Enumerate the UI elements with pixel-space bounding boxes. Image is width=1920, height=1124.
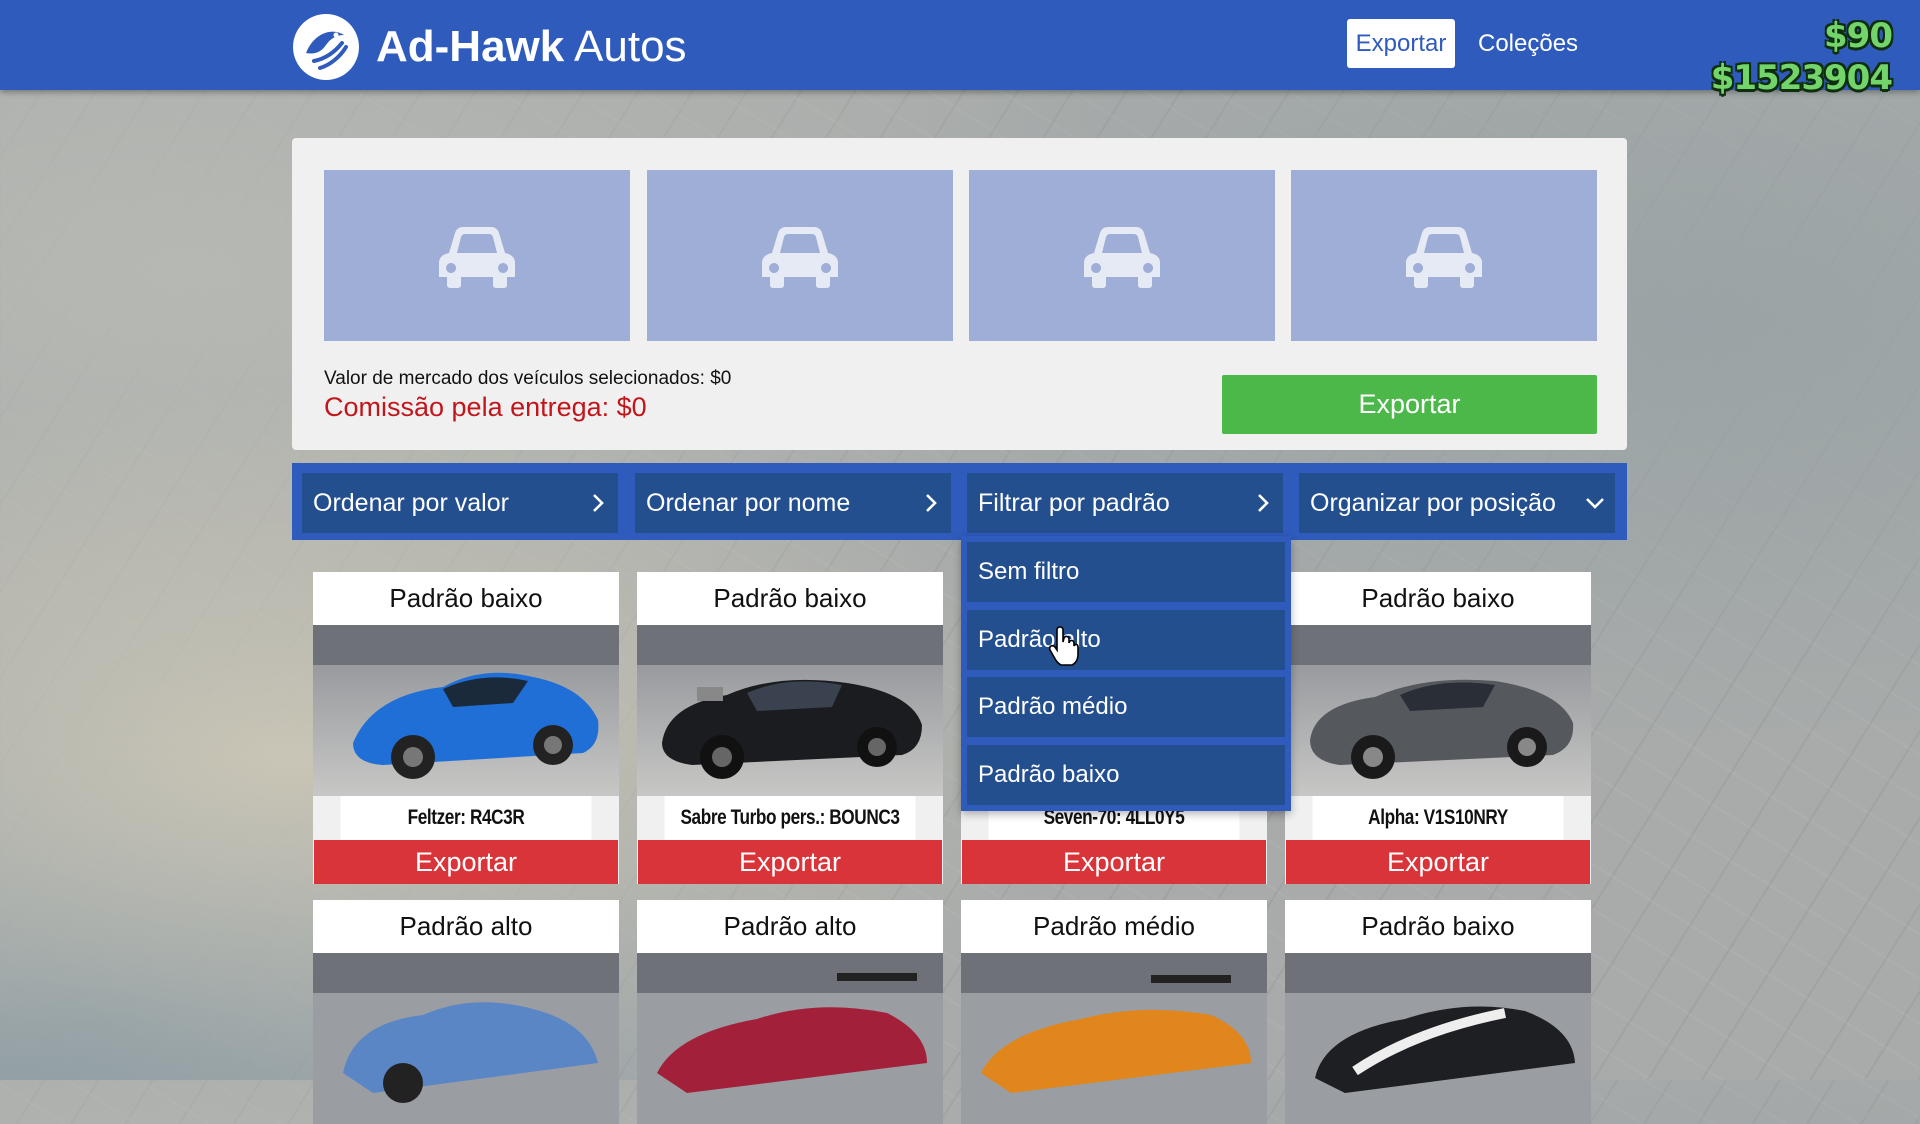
sort-by-value-label: Ordenar por valor bbox=[313, 488, 509, 517]
bank-amount: $1523904 bbox=[1710, 58, 1893, 98]
organize-by-position-button[interactable]: Organizar por posição bbox=[1299, 473, 1615, 533]
vehicle-card[interactable]: Padrão baixo Alpha: V1S10NRY Exportar bbox=[1285, 572, 1591, 884]
hand-cursor-icon bbox=[1048, 626, 1079, 666]
organize-by-position-label: Organizar por posição bbox=[1310, 488, 1556, 517]
vehicle-card[interactable]: Padrão baixo Sabre Turbo pers.: BOUNC3 E… bbox=[637, 572, 943, 884]
chevron-right-icon bbox=[1243, 483, 1283, 523]
vehicle-slot-1[interactable] bbox=[324, 170, 630, 341]
filter-by-grade-button[interactable]: Filtrar por padrão bbox=[967, 473, 1283, 533]
vehicle-slot-2[interactable] bbox=[647, 170, 953, 341]
vehicle-export-button[interactable]: Exportar bbox=[962, 840, 1266, 884]
filter-bar: Ordenar por valor Ordenar por nome Filtr… bbox=[292, 463, 1627, 540]
vehicle-grade: Padrão baixo bbox=[637, 572, 943, 625]
brand-name: Ad-Hawk Autos bbox=[376, 25, 687, 69]
nav-collections-tab[interactable]: Coleções bbox=[1478, 19, 1578, 68]
vehicle-name: Sabre Turbo pers.: BOUNC3 bbox=[664, 796, 916, 840]
vehicle-name: Alpha: V1S10NRY bbox=[1312, 796, 1564, 840]
vehicle-grade: Padrão baixo bbox=[313, 572, 619, 625]
brand-name-light: Autos bbox=[574, 22, 687, 71]
export-selected-button[interactable]: Exportar bbox=[1222, 375, 1597, 434]
chevron-right-icon bbox=[911, 483, 951, 523]
vehicle-image bbox=[1285, 625, 1591, 796]
market-value-text: Valor de mercado dos veículos selecionad… bbox=[324, 368, 732, 389]
vehicle-grade: Padrão alto bbox=[313, 900, 619, 953]
hawk-logo-icon bbox=[293, 14, 359, 80]
vehicle-image bbox=[313, 953, 619, 1124]
chevron-right-icon bbox=[578, 483, 618, 523]
vehicle-card[interactable]: Padrão alto bbox=[637, 900, 943, 1124]
car-icon bbox=[1406, 226, 1482, 288]
cash-amount: $90 bbox=[1824, 16, 1893, 56]
commission-text: Comissão pela entrega: $0 bbox=[324, 392, 647, 422]
vehicle-card[interactable]: Padrão baixo Feltzer: R4C3R Exportar bbox=[313, 572, 619, 884]
dropdown-option-high-grade[interactable]: Padrão alto bbox=[967, 610, 1285, 670]
sort-by-value-button[interactable]: Ordenar por valor bbox=[302, 473, 618, 533]
vehicle-image bbox=[313, 625, 619, 796]
selected-vehicles-panel: Valor de mercado dos veículos selecionad… bbox=[292, 138, 1627, 450]
chevron-down-icon bbox=[1575, 483, 1615, 523]
car-icon bbox=[762, 226, 838, 288]
sort-by-name-label: Ordenar por nome bbox=[646, 488, 851, 517]
sort-by-name-button[interactable]: Ordenar por nome bbox=[635, 473, 951, 533]
vehicle-slot-3[interactable] bbox=[969, 170, 1275, 341]
grade-filter-dropdown: Sem filtro Padrão alto Padrão médio Padr… bbox=[961, 536, 1291, 811]
vehicle-card[interactable]: Padrão alto bbox=[313, 900, 619, 1124]
vehicle-grade: Padrão alto bbox=[637, 900, 943, 953]
vehicle-image bbox=[1285, 953, 1591, 1124]
vehicle-name: Feltzer: R4C3R bbox=[340, 796, 592, 840]
top-bar: Ad-Hawk Autos Exportar Coleções bbox=[0, 0, 1920, 90]
vehicle-export-button[interactable]: Exportar bbox=[314, 840, 618, 884]
dropdown-option-medium-grade[interactable]: Padrão médio bbox=[967, 677, 1285, 737]
vehicle-export-button[interactable]: Exportar bbox=[638, 840, 942, 884]
vehicle-card[interactable]: Padrão baixo bbox=[1285, 900, 1591, 1124]
vehicle-image bbox=[637, 953, 943, 1124]
car-icon bbox=[1084, 226, 1160, 288]
brand-name-bold: Ad-Hawk bbox=[376, 22, 565, 71]
vehicle-grade: Padrão baixo bbox=[1285, 900, 1591, 953]
car-icon bbox=[439, 226, 515, 288]
vehicle-image bbox=[637, 625, 943, 796]
filter-by-grade-label: Filtrar por padrão bbox=[978, 488, 1170, 517]
dropdown-option-low-grade[interactable]: Padrão baixo bbox=[967, 745, 1285, 805]
vehicle-image bbox=[961, 953, 1267, 1124]
nav-export-tab[interactable]: Exportar bbox=[1347, 19, 1455, 68]
vehicle-grade: Padrão médio bbox=[961, 900, 1267, 953]
vehicle-export-button[interactable]: Exportar bbox=[1286, 840, 1590, 884]
vehicle-slot-4[interactable] bbox=[1291, 170, 1597, 341]
vehicle-card[interactable]: Padrão médio bbox=[961, 900, 1267, 1124]
vehicle-grade: Padrão baixo bbox=[1285, 572, 1591, 625]
ad-hawk-logo: Ad-Hawk Autos bbox=[292, 12, 687, 82]
dropdown-option-no-filter[interactable]: Sem filtro bbox=[967, 542, 1285, 602]
